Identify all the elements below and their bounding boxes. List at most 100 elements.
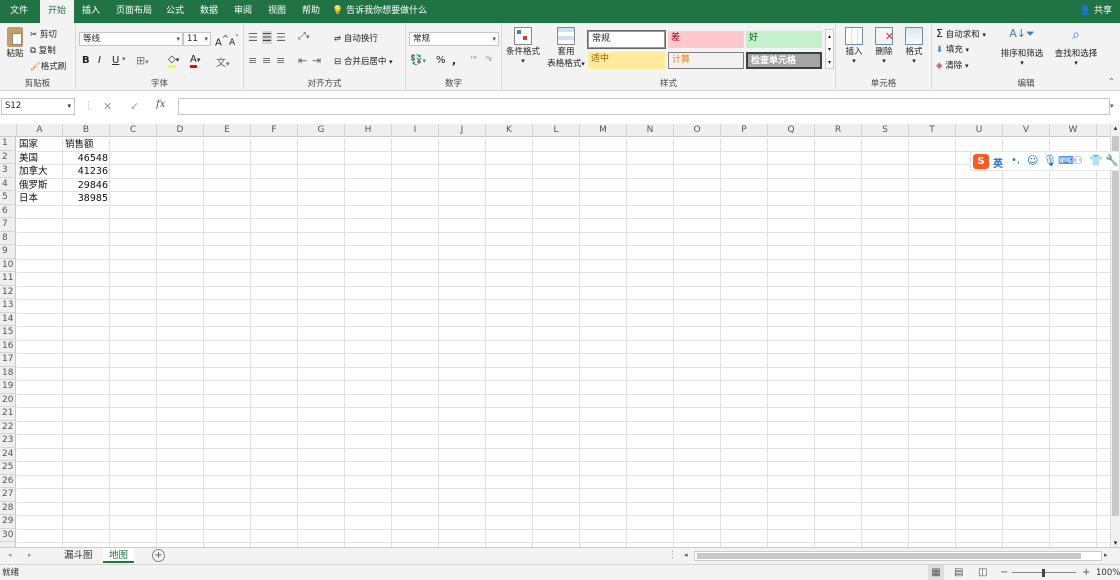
- row-header-19[interactable]: 19: [0, 380, 16, 394]
- row-header-8[interactable]: 8: [0, 232, 16, 245]
- italic-button[interactable]: I: [98, 55, 101, 66]
- column-header-d[interactable]: D: [157, 124, 204, 137]
- row-header-26[interactable]: 26: [0, 475, 16, 488]
- column-header-s[interactable]: S: [862, 124, 909, 137]
- sogou-logo-icon[interactable]: S: [973, 154, 989, 169]
- column-header-q[interactable]: Q: [768, 124, 815, 137]
- increase-indent-icon[interactable]: ⇥: [312, 54, 321, 67]
- row-header-25[interactable]: 25: [0, 461, 16, 475]
- tab-home[interactable]: 开始: [40, 0, 75, 23]
- skin-shirt-icon[interactable]: 👕: [1089, 154, 1103, 167]
- percent-button[interactable]: %: [436, 55, 446, 66]
- ime-punct-toggle[interactable]: •,: [1011, 155, 1020, 166]
- row-header-1[interactable]: 1: [0, 137, 16, 151]
- scroll-down-icon[interactable]: ▾: [1111, 539, 1120, 547]
- find-select-button[interactable]: ⌕ 查找和选择 ▾: [1050, 27, 1102, 67]
- tab-help[interactable]: 帮助: [294, 0, 328, 23]
- middle-align-icon[interactable]: ☰: [262, 31, 272, 44]
- tab-page-layout[interactable]: 页面布局: [108, 0, 160, 23]
- cell-b3[interactable]: 41236: [63, 165, 110, 179]
- column-header-o[interactable]: O: [674, 124, 721, 137]
- row-header-22[interactable]: 22: [0, 421, 16, 434]
- column-header-l[interactable]: L: [533, 124, 580, 137]
- microphone-icon[interactable]: 🎙: [1043, 154, 1057, 167]
- normal-view-icon[interactable]: ▦: [928, 565, 944, 580]
- merge-center-button[interactable]: ⊟ 合并后居中 ▾: [334, 55, 393, 67]
- copy-button[interactable]: ⧉ 复制: [30, 44, 56, 56]
- emoji-icon[interactable]: ☺: [1027, 154, 1038, 167]
- scroll-thumb[interactable]: [1112, 136, 1119, 516]
- scroll-left-icon[interactable]: ◂: [684, 551, 688, 559]
- zoom-level[interactable]: 100%: [1096, 565, 1120, 580]
- row-header-7[interactable]: 7: [0, 218, 16, 232]
- font-size-dropdown[interactable]: 11 ▾: [183, 32, 211, 46]
- number-format-dropdown[interactable]: 常规 ▾: [409, 32, 499, 46]
- insert-cells-button[interactable]: 插入 ▾: [840, 27, 868, 65]
- formula-input[interactable]: [178, 98, 1110, 115]
- bottom-align-icon[interactable]: ☰: [276, 31, 286, 44]
- column-header-e[interactable]: E: [204, 124, 251, 137]
- style-good[interactable]: 好: [746, 31, 822, 48]
- column-header-r[interactable]: R: [815, 124, 862, 137]
- row-header-13[interactable]: 13: [0, 299, 16, 313]
- insert-function-button[interactable]: fx: [156, 99, 165, 110]
- column-header-j[interactable]: J: [439, 124, 486, 137]
- row-header-6[interactable]: 6: [0, 205, 16, 218]
- row-header-11[interactable]: 11: [0, 272, 16, 286]
- scroll-right-icon[interactable]: ▸: [1104, 551, 1108, 559]
- row-header-30[interactable]: 30: [0, 529, 16, 542]
- expand-formula-icon[interactable]: ▾: [1110, 102, 1114, 110]
- horizontal-scrollbar[interactable]: [694, 551, 1102, 561]
- cut-button[interactable]: ✂ 剪切: [30, 28, 57, 40]
- column-header-b[interactable]: B: [63, 124, 110, 137]
- column-header-u[interactable]: U: [956, 124, 1003, 137]
- collapse-ribbon-icon[interactable]: ⌃: [1108, 77, 1115, 86]
- align-right-icon[interactable]: ≡: [276, 54, 285, 67]
- cell-b4[interactable]: 29846: [63, 179, 110, 193]
- row-header-20[interactable]: 20: [0, 394, 16, 407]
- increase-decimal-icon[interactable]: ⁺⁰: [470, 55, 477, 63]
- column-header-t[interactable]: T: [909, 124, 956, 137]
- select-all-corner[interactable]: [0, 124, 17, 137]
- column-header-w[interactable]: W: [1050, 124, 1097, 137]
- column-header-a[interactable]: A: [17, 124, 63, 137]
- split-handle-icon[interactable]: ⋮: [668, 550, 677, 560]
- fill-button[interactable]: ⬇ 填充 ▾: [936, 43, 969, 55]
- add-sheet-icon[interactable]: +: [152, 549, 165, 562]
- cells-area[interactable]: 国家 销售额 美国 46548 加拿大 41236 俄罗斯 29846 日本 38985: [17, 138, 1110, 547]
- cell-a1[interactable]: 国家: [17, 138, 63, 152]
- scroll-up-icon[interactable]: ▴: [1111, 124, 1120, 132]
- row-header-10[interactable]: 10: [0, 259, 16, 272]
- cell-a3[interactable]: 加拿大: [17, 165, 63, 179]
- fill-color-button[interactable]: ◇▾: [168, 54, 179, 68]
- clear-button[interactable]: ◆ 清除 ▾: [936, 59, 968, 71]
- style-bad[interactable]: 差: [668, 31, 744, 48]
- underline-button[interactable]: U: [112, 55, 119, 66]
- style-normal[interactable]: 常规: [587, 30, 666, 49]
- row-header-29[interactable]: 29: [0, 515, 16, 529]
- h-scroll-thumb[interactable]: [697, 553, 1081, 559]
- row-header-3[interactable]: 3: [0, 164, 16, 178]
- row-header-18[interactable]: 18: [0, 367, 16, 380]
- cell-b5[interactable]: 38985: [63, 192, 110, 206]
- column-header-m[interactable]: M: [580, 124, 627, 137]
- wrench-icon[interactable]: 🔧: [1105, 154, 1119, 167]
- cell-a5[interactable]: 日本: [17, 192, 63, 206]
- style-calculation[interactable]: 计算: [668, 52, 744, 69]
- page-break-view-icon[interactable]: ◫: [978, 565, 987, 580]
- prev-sheet-icon[interactable]: ◂: [8, 551, 12, 559]
- phonetic-button[interactable]: 文▾: [216, 54, 230, 69]
- column-header-p[interactable]: P: [721, 124, 768, 137]
- tell-me-box[interactable]: 💡 告诉我你想要做什么: [332, 0, 427, 23]
- chevron-down-icon[interactable]: ▾: [67, 99, 71, 114]
- user-icon[interactable]: ⚇: [1073, 154, 1083, 167]
- wrap-text-button[interactable]: ⇌ 自动换行: [334, 32, 378, 44]
- row-header-4[interactable]: 4: [0, 178, 16, 191]
- next-sheet-icon[interactable]: ▸: [28, 551, 32, 559]
- tab-view[interactable]: 视图: [260, 0, 294, 23]
- comma-button[interactable]: ,: [452, 54, 456, 67]
- row-header-21[interactable]: 21: [0, 407, 16, 421]
- conditional-format-button[interactable]: 条件格式 ▾: [504, 27, 542, 65]
- grow-font-button[interactable]: A^: [215, 33, 229, 48]
- align-center-icon[interactable]: ≡: [262, 54, 271, 67]
